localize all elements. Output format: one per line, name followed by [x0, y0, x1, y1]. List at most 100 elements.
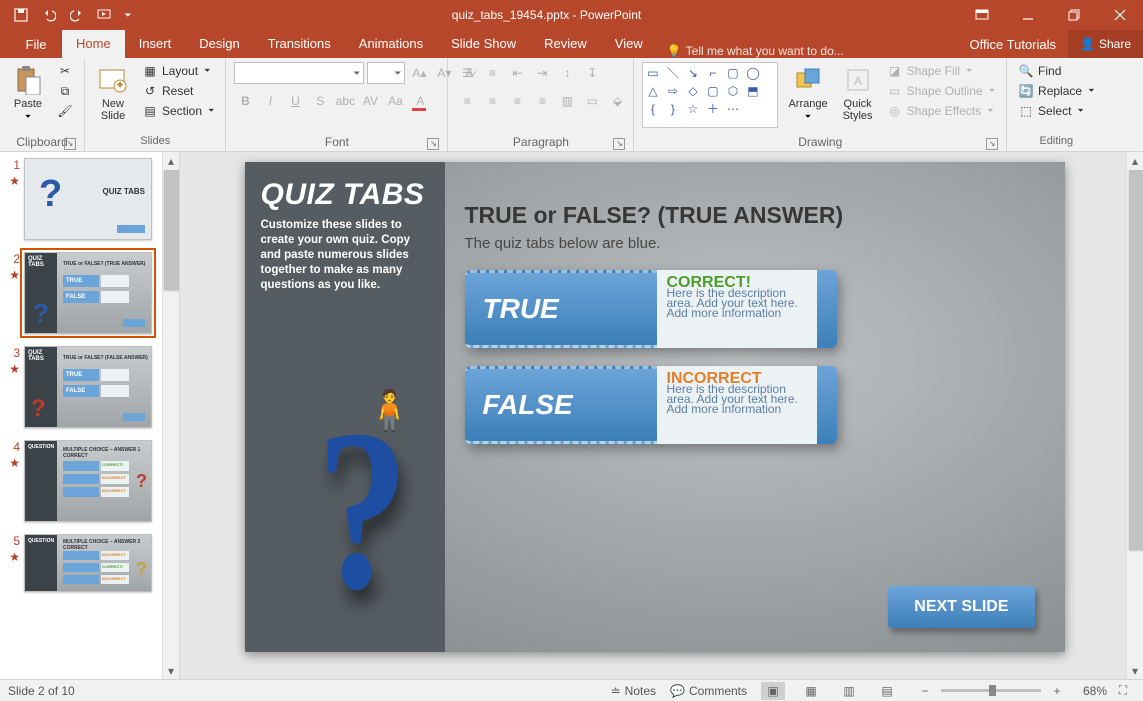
change-case-icon[interactable]: Aa [384, 90, 406, 112]
tab-slideshow[interactable]: Slide Show [437, 30, 530, 58]
character-spacing-icon[interactable]: AV [359, 90, 381, 112]
cut-button[interactable]: ✂ [54, 62, 76, 80]
shape-line-arrow-icon[interactable]: ↘ [685, 65, 700, 80]
text-shadow-icon[interactable]: abc [334, 90, 356, 112]
share-button[interactable]: 👤 Share [1068, 30, 1143, 58]
select-button[interactable]: ⬚Select⏷ [1015, 102, 1097, 120]
tab-review[interactable]: Review [530, 30, 601, 58]
slideshow-view-icon[interactable]: ▤ [875, 682, 899, 700]
thumb-5[interactable]: 5★ QUESTION MULTIPLE CHOICE – ANSWER 2 C… [0, 528, 179, 592]
normal-view-icon[interactable]: ▣ [761, 682, 785, 700]
tab-file[interactable]: File [10, 30, 62, 58]
minimize-icon[interactable] [1005, 0, 1051, 30]
undo-icon[interactable] [38, 4, 60, 26]
clipboard-dialog-launcher-icon[interactable]: ↘ [64, 138, 76, 150]
reset-button[interactable]: ↺Reset [139, 82, 217, 100]
align-center-icon[interactable]: ≡ [481, 90, 503, 112]
reading-view-icon[interactable]: ▥ [837, 682, 861, 700]
editor-scrollbar[interactable]: ▴ ▾ [1126, 152, 1143, 679]
thumbnail-pane[interactable]: 1★ QUIZ TABS ? 2★ QUIZTABS ? TRUE or FAL… [0, 152, 180, 679]
text-direction-icon[interactable]: ↧ [581, 62, 603, 84]
find-button[interactable]: 🔍Find [1015, 62, 1097, 80]
font-color-icon[interactable]: A [409, 90, 431, 112]
thumbs-scrollbar[interactable]: ▴ ▾ [162, 152, 179, 679]
restore-icon[interactable] [1051, 0, 1097, 30]
zoom-in-icon[interactable]: + [1045, 682, 1069, 700]
fit-to-window-icon[interactable]: ⛶ [1111, 682, 1135, 700]
copy-button[interactable]: ⧉ [54, 82, 76, 100]
thumb-1[interactable]: 1★ QUIZ TABS ? [0, 152, 179, 246]
slide-canvas[interactable]: QUIZ TABS Customize these slides to crea… [245, 162, 1065, 652]
shape-roundrect-icon[interactable]: ▢ [705, 83, 720, 98]
tab-animations[interactable]: Animations [345, 30, 437, 58]
notes-toggle[interactable]: ≐Notes [611, 684, 656, 698]
tab-insert[interactable]: Insert [125, 30, 186, 58]
thumb-3[interactable]: 3★ QUIZTABS ? TRUE or FALSE? (FALSE ANSW… [0, 340, 179, 434]
align-text-icon[interactable]: ▭ [581, 90, 603, 112]
false-tab[interactable]: FALSE INCORRECT Here is the description … [465, 366, 1035, 444]
sorter-view-icon[interactable]: ▦ [799, 682, 823, 700]
shape-effects-button[interactable]: ◎Shape Effects⏷ [884, 102, 998, 120]
redo-icon[interactable] [66, 4, 88, 26]
shape-rect-icon[interactable]: ▢ [725, 65, 740, 80]
slide-editor[interactable]: QUIZ TABS Customize these slides to crea… [180, 152, 1143, 679]
tab-view[interactable]: View [601, 30, 657, 58]
slide-main[interactable]: TRUE or FALSE? (TRUE ANSWER) The quiz ta… [465, 202, 1035, 444]
zoom-slider-knob[interactable] [989, 685, 996, 696]
shape-brace-r-icon[interactable]: } [665, 101, 680, 116]
new-slide-button[interactable]: ✦ New Slide [93, 62, 133, 124]
comments-toggle[interactable]: 💬Comments [670, 684, 747, 698]
underline-icon[interactable]: U [284, 90, 306, 112]
shape-arrow-icon[interactable]: ⇨ [665, 83, 680, 98]
save-icon[interactable] [10, 4, 32, 26]
shape-plus-icon[interactable]: ＋ [705, 101, 720, 116]
tab-home[interactable]: Home [62, 30, 125, 58]
bold-icon[interactable]: B [234, 90, 256, 112]
thumb-4[interactable]: 4★ QUESTION MULTIPLE CHOICE – ANSWER 1 C… [0, 434, 179, 528]
shape-connector-icon[interactable]: ⌐ [705, 65, 720, 80]
shape-fill-button[interactable]: ◪Shape Fill⏷ [884, 62, 998, 80]
font-size-combo[interactable] [367, 62, 405, 84]
shape-outline-button[interactable]: ▭Shape Outline⏷ [884, 82, 998, 100]
shapes-gallery[interactable]: ▭＼↘⌐▢◯ △⇨◇▢⬡⬒ {}☆＋⋯ [642, 62, 778, 128]
zoom-out-icon[interactable]: − [913, 682, 937, 700]
bullets-icon[interactable]: ☰ [456, 62, 478, 84]
shape-triangle-icon[interactable]: △ [645, 83, 660, 98]
font-name-combo[interactable] [234, 62, 364, 84]
replace-button[interactable]: 🔄Replace⏷ [1015, 82, 1097, 100]
quick-styles-button[interactable]: A Quick Styles [838, 62, 878, 124]
next-slide-button[interactable]: NEXT SLIDE [888, 586, 1034, 628]
columns-icon[interactable]: ▥ [556, 90, 578, 112]
qat-customize-icon[interactable]: ⏷ [122, 4, 134, 26]
zoom-slider[interactable] [941, 689, 1041, 692]
numbering-icon[interactable]: ≡ [481, 62, 503, 84]
paragraph-dialog-launcher-icon[interactable]: ↘ [613, 138, 625, 150]
close-icon[interactable] [1097, 0, 1143, 30]
office-tutorials-link[interactable]: Office Tutorials [958, 30, 1068, 58]
scroll-up-icon[interactable]: ▴ [1127, 152, 1143, 169]
drawing-dialog-launcher-icon[interactable]: ↘ [986, 138, 998, 150]
shape-brace-l-icon[interactable]: { [645, 101, 660, 116]
paste-button[interactable]: Paste ⏷ [8, 62, 48, 124]
ribbon-display-options-icon[interactable] [959, 0, 1005, 30]
tell-me-search[interactable]: 💡 Tell me what you want to do... [667, 44, 844, 58]
scroll-thumb[interactable] [1129, 170, 1143, 550]
shape-star-icon[interactable]: ☆ [685, 101, 700, 116]
layout-button[interactable]: ▦Layout⏷ [139, 62, 217, 80]
shape-oval-icon[interactable]: ◯ [745, 65, 760, 80]
shape-callout-icon[interactable]: ⬒ [745, 83, 760, 98]
zoom-percent[interactable]: 68% [1073, 684, 1107, 698]
thumb-2[interactable]: 2★ QUIZTABS ? TRUE or FALSE? (TRUE ANSWE… [0, 246, 179, 340]
shape-hexagon-icon[interactable]: ⬡ [725, 83, 740, 98]
line-spacing-icon[interactable]: ↕ [556, 62, 578, 84]
align-right-icon[interactable]: ≡ [506, 90, 528, 112]
align-left-icon[interactable]: ≡ [456, 90, 478, 112]
scroll-down-icon[interactable]: ▾ [163, 662, 179, 679]
strikethrough-icon[interactable]: S [309, 90, 331, 112]
increase-font-icon[interactable]: A▴ [408, 62, 430, 84]
smartart-icon[interactable]: ⬙ [606, 90, 628, 112]
scroll-thumb[interactable] [164, 170, 180, 290]
shape-textbox-icon[interactable]: ▭ [645, 65, 660, 80]
shape-diamond-icon[interactable]: ◇ [685, 83, 700, 98]
scroll-up-icon[interactable]: ▴ [163, 152, 179, 169]
